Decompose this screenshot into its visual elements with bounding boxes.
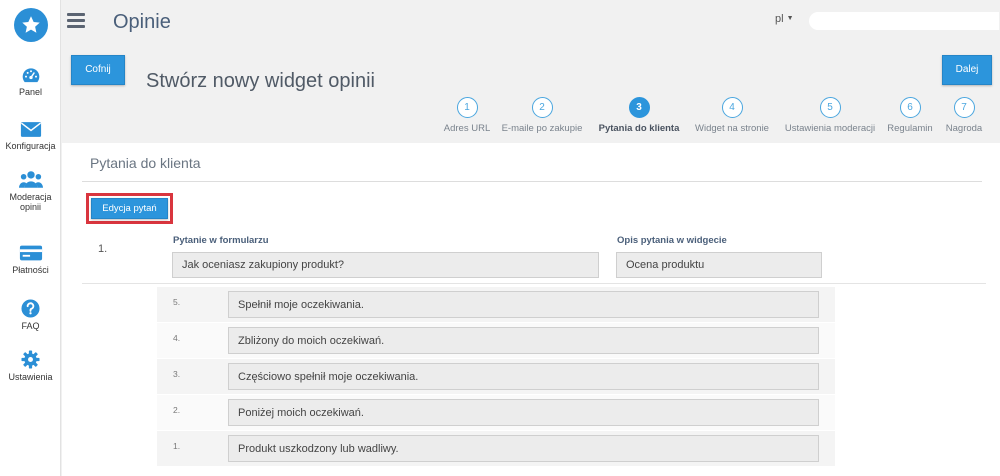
sidebar-item-konfiguracja[interactable]: Konfiguracja <box>0 121 61 152</box>
dashboard-icon <box>22 68 39 83</box>
sidebar-item-faq[interactable]: FAQ <box>0 299 61 332</box>
step-7[interactable]: 7 Nagroda <box>940 97 988 134</box>
step-number: 1 <box>456 97 478 118</box>
list-item: 3. Częściowo spełnił moje oczekiwania. <box>157 359 835 394</box>
step-5[interactable]: 5 Ustawienia moderacji <box>778 97 882 134</box>
top-bar: Opinie pl ▼ <box>61 0 1000 45</box>
sidebar-item-label: Panel <box>18 87 43 97</box>
questions-panel: Pytania do klienta Edycja pytań 1. Pytan… <box>62 143 1000 476</box>
answer-field[interactable]: Częściowo spełnił moje oczekiwania. <box>228 363 819 390</box>
gear-icon <box>21 350 40 369</box>
sidebar-item-panel[interactable]: Panel <box>0 66 61 98</box>
form-question-field[interactable]: Jak oceniasz zakupiony produkt? <box>172 252 599 278</box>
answer-score: 3. <box>173 369 181 379</box>
back-button[interactable]: Cofnij <box>71 55 125 85</box>
step-number: 4 <box>721 97 743 118</box>
sidebar-item-platnosci[interactable]: Płatności <box>0 244 61 276</box>
sidebar-item-label: Płatności <box>12 265 49 275</box>
answer-score: 4. <box>173 333 181 343</box>
step-label: Regulamin <box>887 123 933 134</box>
app-title: Opinie <box>113 11 171 33</box>
step-number: 3 <box>628 97 650 118</box>
answer-list: 5. Spełnił moje oczekiwania. 4. Zbliżony… <box>157 287 835 467</box>
step-number: 5 <box>819 97 841 118</box>
app-logo[interactable] <box>14 8 48 42</box>
step-6[interactable]: 6 Regulamin <box>884 97 936 134</box>
sidebar-item-moderacja[interactable]: Moderacja opinii <box>0 170 61 212</box>
star-logo-icon <box>22 16 40 33</box>
list-item: 4. Zbliżony do moich oczekiwań. <box>157 323 835 358</box>
answer-score: 2. <box>173 405 181 415</box>
question-icon <box>21 299 40 318</box>
wizard-steps: 1 Adres URL 2 E-maile po zakupie 3 Pytan… <box>62 97 1000 142</box>
step-label: E-maile po zakupie <box>501 123 583 134</box>
step-label: Pytania do klienta <box>598 123 680 134</box>
step-label: Ustawienia moderacji <box>784 123 876 134</box>
sidebar-item-label: Ustawienia <box>8 372 53 382</box>
next-button[interactable]: Dalej <box>942 55 992 85</box>
list-item: 2. Poniżej moich oczekiwań. <box>157 395 835 430</box>
list-item: 1. Produkt uszkodzony lub wadliwy. <box>157 431 835 466</box>
widget-description-field[interactable]: Ocena produktu <box>616 252 822 278</box>
step-number: 2 <box>531 97 553 118</box>
sidebar-item-label: Moderacja opinii <box>9 192 52 212</box>
step-3[interactable]: 3 Pytania do klienta <box>592 97 686 134</box>
step-2[interactable]: 2 E-maile po zakupie <box>498 97 586 134</box>
step-number: 6 <box>899 97 921 118</box>
sidebar-item-ustawienia[interactable]: Ustawienia <box>0 350 61 383</box>
step-label: Widget na stronie <box>695 123 769 134</box>
widget-description-label: Opis pytania w widgecie <box>617 235 727 246</box>
step-4[interactable]: 4 Widget na stronie <box>690 97 774 134</box>
menu-toggle-icon[interactable] <box>67 13 85 29</box>
main-content: Cofnij Stwórz nowy widget opinii Dalej 1… <box>62 45 1000 476</box>
form-question-label: Pytanie w formularzu <box>173 235 269 246</box>
section-title: Pytania do klienta <box>90 155 201 171</box>
divider <box>82 181 982 182</box>
language-value: pl <box>775 13 784 25</box>
sidebar: Panel Konfiguracja Moderacja opinii Płat… <box>0 0 61 476</box>
question-number: 1. <box>98 243 108 255</box>
sidebar-item-label: Konfiguracja <box>5 141 56 151</box>
language-selector[interactable]: pl ▼ <box>775 13 794 25</box>
answer-field[interactable]: Produkt uszkodzony lub wadliwy. <box>228 435 819 462</box>
search-input[interactable] <box>809 12 999 30</box>
answer-score: 5. <box>173 297 181 307</box>
caret-down-icon: ▼ <box>786 15 794 22</box>
answer-field[interactable]: Spełnił moje oczekiwania. <box>228 291 819 318</box>
answer-score: 1. <box>173 441 181 451</box>
answer-field[interactable]: Zbliżony do moich oczekiwań. <box>228 327 819 354</box>
step-1[interactable]: 1 Adres URL <box>442 97 492 134</box>
users-icon <box>18 171 43 188</box>
divider <box>82 283 986 284</box>
credit-card-icon <box>19 245 42 261</box>
sidebar-item-label: FAQ <box>21 321 40 331</box>
page-title: Stwórz nowy widget opinii <box>146 70 375 92</box>
step-number: 7 <box>953 97 975 118</box>
list-item: 5. Spełnił moje oczekiwania. <box>157 287 835 322</box>
step-label: Nagroda <box>945 123 983 134</box>
edit-questions-button[interactable]: Edycja pytań <box>91 198 168 219</box>
envelope-icon <box>20 122 41 137</box>
step-label: Adres URL <box>443 123 491 134</box>
answer-field[interactable]: Poniżej moich oczekiwań. <box>228 399 819 426</box>
